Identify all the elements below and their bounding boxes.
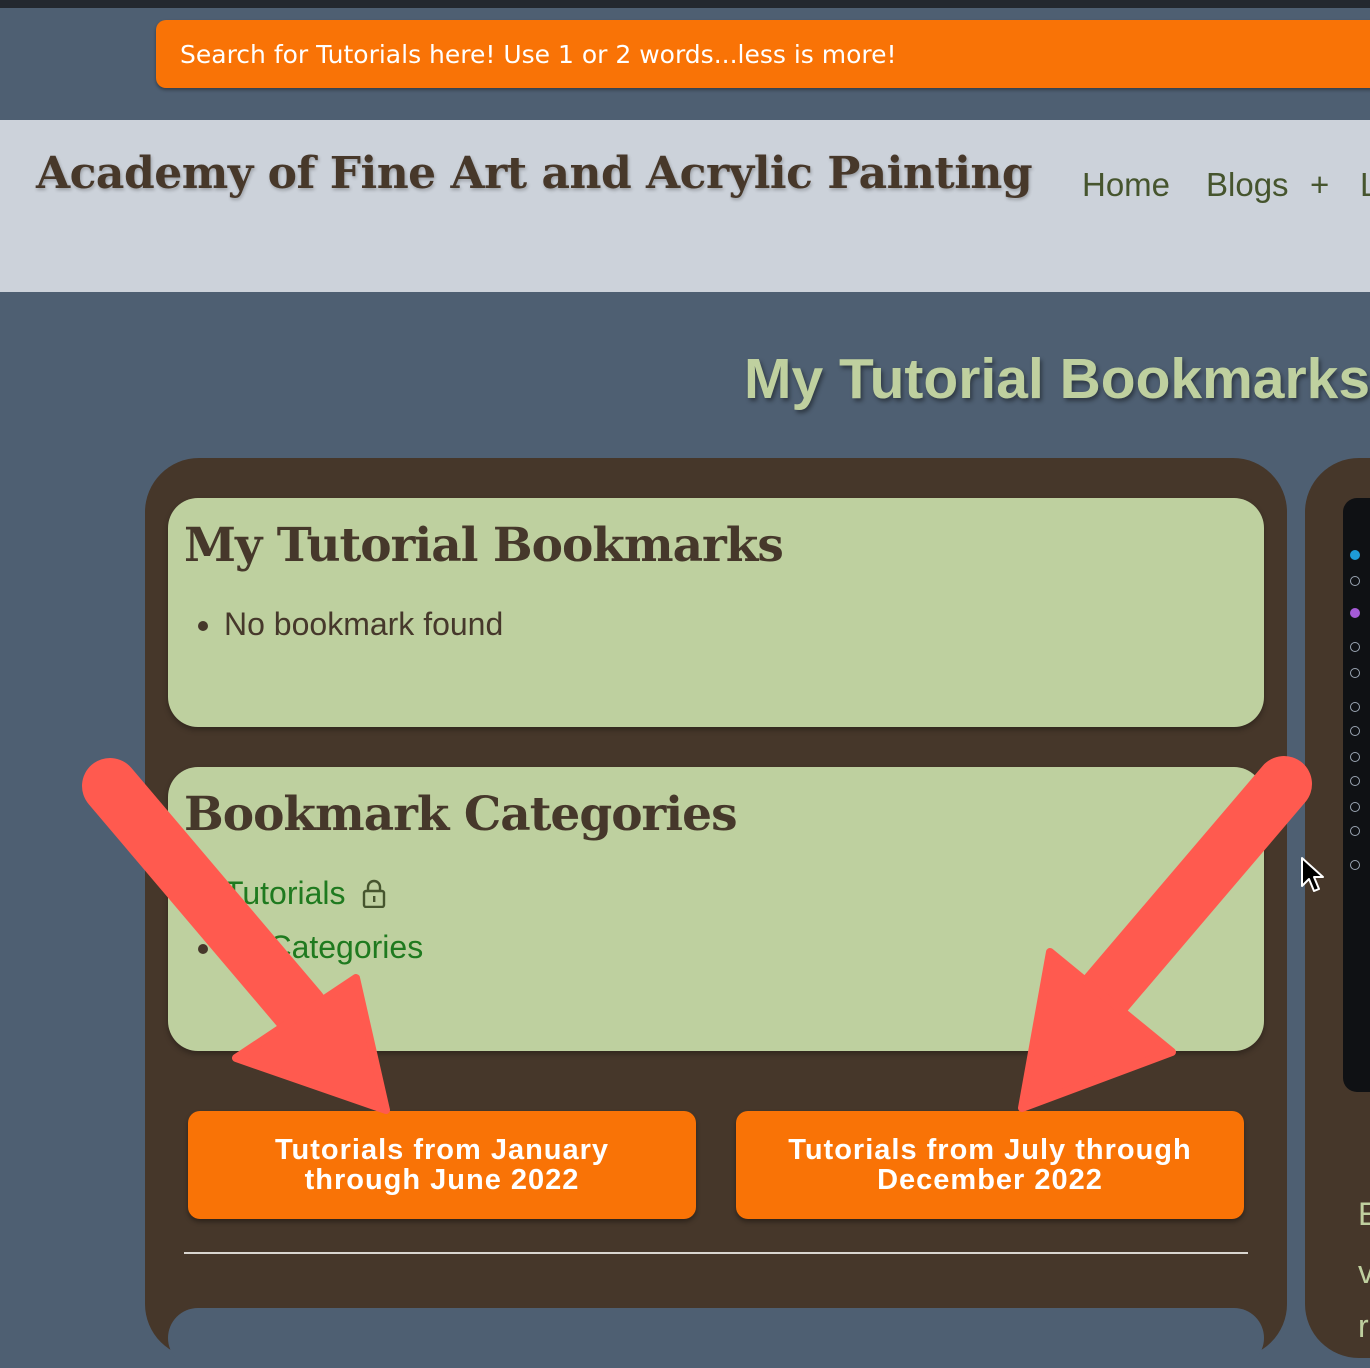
side-text-line: v: [1358, 1254, 1370, 1290]
nav-item-partial[interactable]: L: [1360, 166, 1370, 204]
list-item: All Categories: [224, 920, 1248, 974]
search-input[interactable]: [178, 38, 1370, 70]
bookmarks-heading: My Tutorial Bookmarks: [184, 518, 784, 573]
categories-heading: Bookmark Categories: [184, 787, 738, 842]
tutorials-july-dec-button[interactable]: Tutorials from July through December 202…: [736, 1111, 1244, 1219]
category-link-tutorials[interactable]: Tutorials: [224, 875, 346, 911]
tutorials-jan-june-button[interactable]: Tutorials from January through June 2022: [188, 1111, 696, 1219]
site-header: [0, 120, 1370, 292]
site-title[interactable]: Academy of Fine Art and Acrylic Painting: [36, 148, 1033, 199]
nav-expand-icon[interactable]: +: [1310, 166, 1329, 204]
list-item: No bookmark found: [224, 597, 1248, 651]
page-title: My Tutorial Bookmarks a: [744, 347, 1370, 411]
nav-item-home[interactable]: Home: [1082, 166, 1170, 204]
nav-item-blogs[interactable]: Blogs: [1206, 166, 1289, 204]
mouse-cursor-icon: [1301, 857, 1324, 892]
category-link-all[interactable]: All Categories: [224, 929, 423, 965]
list-item: Tutorials: [224, 866, 1248, 920]
categories-list: Tutorials All Categories: [184, 866, 1248, 974]
sidebar-preview-image: [1343, 498, 1370, 1092]
search-bar[interactable]: [156, 20, 1370, 88]
categories-card: Bookmark Categories Tutorials All Catego…: [168, 767, 1264, 1051]
bookmarks-list: No bookmark found: [184, 597, 1248, 651]
bookmarks-card: My Tutorial Bookmarks No bookmark found: [168, 498, 1264, 727]
next-card: [168, 1308, 1264, 1368]
side-text-line: E: [1358, 1196, 1370, 1232]
top-strip: [0, 0, 1370, 8]
lock-icon: [363, 879, 386, 908]
side-text-line: r: [1358, 1308, 1369, 1344]
divider: [184, 1252, 1248, 1254]
